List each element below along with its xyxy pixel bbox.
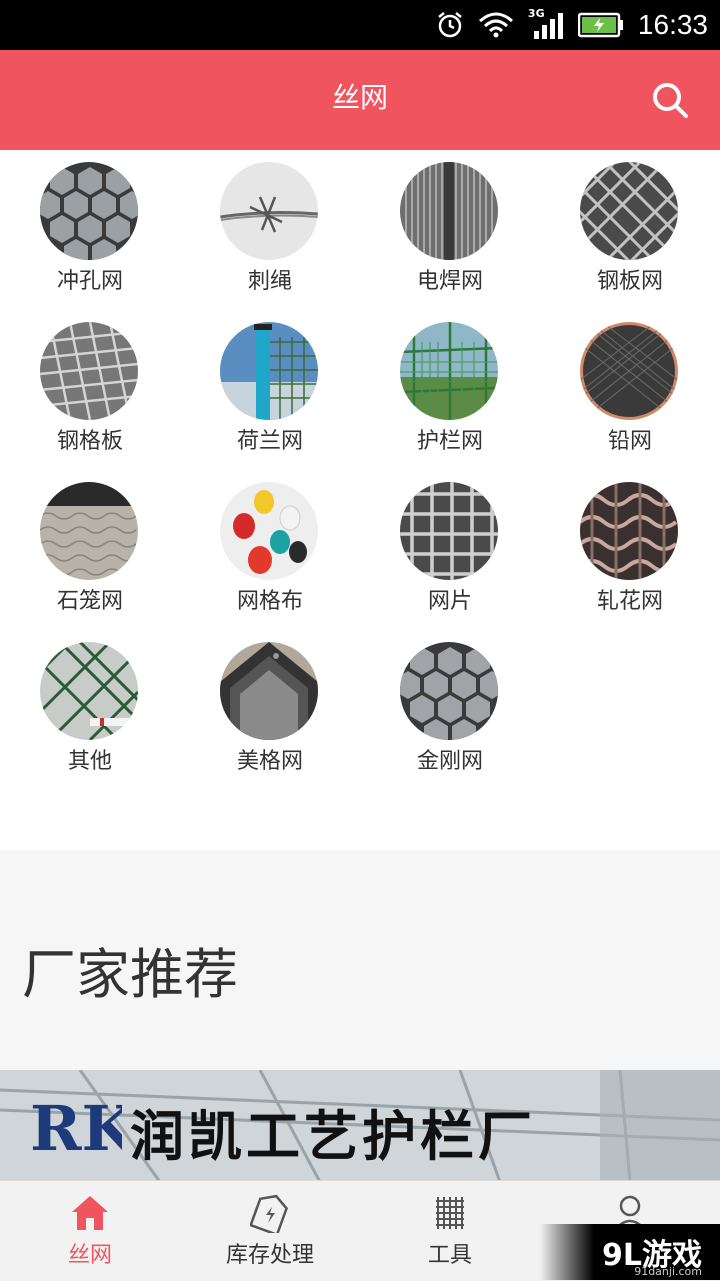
category-label: 美格网 xyxy=(236,749,303,774)
category-label: 石笼网 xyxy=(56,589,123,614)
perforated-mesh-image xyxy=(40,162,138,260)
status-bar: 3G 16:33 xyxy=(0,0,720,50)
home-icon xyxy=(72,1196,108,1230)
svg-text:RK: RK xyxy=(30,1096,122,1156)
category-mesh-fabric[interactable]: 网格布 xyxy=(180,470,360,620)
category-label: 钢格板 xyxy=(56,429,123,454)
nav-item-tools[interactable]: 工具 xyxy=(360,1181,540,1281)
cell-signal-icon: 3G xyxy=(528,7,564,41)
category-lead-mesh[interactable]: 铅网 xyxy=(540,310,720,460)
category-label: 轧花网 xyxy=(596,589,663,614)
category-other[interactable]: 其他 xyxy=(0,630,180,780)
barbed-wire-image xyxy=(220,162,318,260)
category-label: 冲孔网 xyxy=(56,269,123,294)
category-expanded-metal[interactable]: 钢板网 xyxy=(540,150,720,300)
category-label: 刺绳 xyxy=(247,269,292,294)
alarm-icon xyxy=(438,12,462,38)
category-gabion[interactable]: 石笼网 xyxy=(0,470,180,620)
nav-item-mesh[interactable]: 丝网 xyxy=(0,1181,180,1281)
nav-item-inventory[interactable]: 库存处理 xyxy=(180,1181,360,1281)
nav-label: 工具 xyxy=(427,1243,472,1268)
rk-logo: RK xyxy=(30,1096,122,1156)
category-perforated[interactable]: 冲孔网 xyxy=(0,150,180,300)
category-meige-mesh[interactable]: 美格网 xyxy=(180,630,360,780)
dutch-mesh-image xyxy=(220,322,318,420)
battery-icon xyxy=(577,12,623,38)
category-diamond-mesh[interactable]: 金刚网 xyxy=(360,630,540,780)
category-welded-mesh[interactable]: 电焊网 xyxy=(360,150,540,300)
page-title: 丝网 xyxy=(331,81,388,114)
category-label: 电焊网 xyxy=(416,269,483,294)
clock: 16:33 xyxy=(637,9,708,40)
category-label: 铅网 xyxy=(607,429,652,454)
category-barbed-wire[interactable]: 刺绳 xyxy=(180,150,360,300)
meige-mesh-image xyxy=(220,642,318,740)
manufacturer-banner[interactable]: RK 润凯工艺护栏厂 xyxy=(0,1070,720,1182)
category-steel-grating[interactable]: 钢格板 xyxy=(0,310,180,460)
category-grid: 冲孔网 刺绳 电焊网 钢板网 钢格板 荷兰网 护栏网 铅网 石笼网 网格布 网片… xyxy=(0,150,720,850)
category-label: 网片 xyxy=(427,589,472,614)
lead-mesh-image xyxy=(580,322,678,420)
welded-mesh-image xyxy=(400,162,498,260)
chain-link-image xyxy=(40,642,138,740)
mesh-fabric-image xyxy=(220,482,318,580)
category-guardrail[interactable]: 护栏网 xyxy=(360,310,540,460)
app-header: 丝网 xyxy=(0,50,720,150)
steel-grating-image xyxy=(40,322,138,420)
mesh-panel-image xyxy=(400,482,498,580)
site-watermark: 9L游戏 91danji.com xyxy=(540,1224,720,1280)
category-label: 钢板网 xyxy=(596,269,663,294)
guardrail-image xyxy=(400,322,498,420)
nav-label: 库存处理 xyxy=(225,1243,314,1268)
expanded-metal-image xyxy=(580,162,678,260)
section-title: 厂家推荐 xyxy=(22,943,238,1006)
gabion-image xyxy=(40,482,138,580)
category-label: 荷兰网 xyxy=(236,429,303,454)
wifi-icon xyxy=(478,12,513,38)
tag-icon xyxy=(250,1194,288,1233)
diamond-mesh-image xyxy=(400,642,498,740)
tools-icon xyxy=(436,1197,464,1229)
category-label: 其他 xyxy=(67,749,112,774)
recommend-section: 厂家推荐 xyxy=(0,850,720,1070)
category-label: 金刚网 xyxy=(416,749,483,774)
crimped-mesh-image xyxy=(580,482,678,580)
banner-company-name: 润凯工艺护栏厂 xyxy=(130,1104,536,1168)
category-label: 网格布 xyxy=(236,589,303,614)
watermark-domain: 91danji.com xyxy=(634,1265,702,1278)
category-mesh-panel[interactable]: 网片 xyxy=(360,470,540,620)
category-label: 护栏网 xyxy=(416,429,483,454)
category-dutch-mesh[interactable]: 荷兰网 xyxy=(180,310,360,460)
search-icon[interactable] xyxy=(650,80,690,120)
category-crimped-mesh[interactable]: 轧花网 xyxy=(540,470,720,620)
nav-label: 丝网 xyxy=(67,1243,112,1268)
